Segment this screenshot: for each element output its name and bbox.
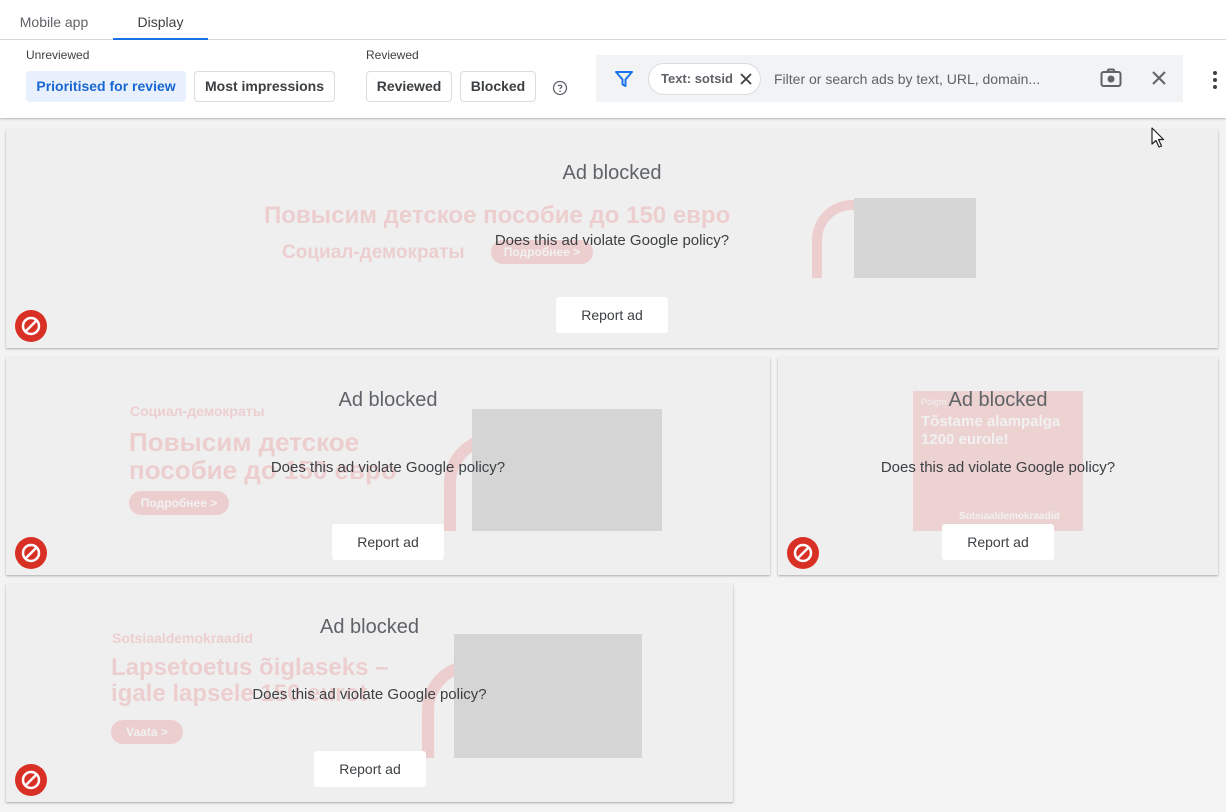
text-filter-chip-label: Text: sotsid xyxy=(661,71,733,86)
ad-card: Повысим детское пособие до 150 евро Соци… xyxy=(6,130,1218,348)
blocked-icon xyxy=(15,764,47,796)
report-ad-button[interactable]: Report ad xyxy=(314,751,426,787)
ad-headline-line1: Tõstame alampalga xyxy=(921,413,1061,430)
card-title: Ad blocked xyxy=(562,162,662,184)
ad-headline: Повысим детское пособие до 150 евро xyxy=(264,202,731,229)
ad-cta: Подробнее > xyxy=(129,491,229,515)
report-ad-button[interactable]: Report ad xyxy=(556,297,668,333)
unreviewed-label: Unreviewed xyxy=(26,48,90,62)
card-question: Does this ad violate Google policy? xyxy=(880,459,1116,476)
ad-headline-line1: Повысим детское xyxy=(129,427,360,457)
blocked-icon xyxy=(15,310,47,342)
mouse-cursor-icon xyxy=(1151,127,1165,148)
tab-bar: Mobile app Display xyxy=(0,0,1226,40)
ad-headline-line2: 1200 eurole! xyxy=(921,431,1009,448)
remove-chip-icon[interactable] xyxy=(739,72,753,86)
chip-most-impressions[interactable]: Most impressions xyxy=(194,71,335,102)
filter-icon[interactable] xyxy=(614,69,634,89)
card-title: Ad blocked xyxy=(338,389,438,411)
card-title: Ad blocked xyxy=(948,389,1048,411)
ad-card: Социал-демократы Повысим детское пособие… xyxy=(6,357,770,575)
help-icon[interactable] xyxy=(552,80,568,96)
report-ad-button[interactable]: Report ad xyxy=(942,524,1054,560)
tab-display[interactable]: Display xyxy=(113,0,208,40)
chip-reviewed[interactable]: Reviewed xyxy=(366,71,452,102)
report-ad-button[interactable]: Report ad xyxy=(332,524,444,560)
ad-brand: Sotsiaaldemokraadid xyxy=(959,511,1060,522)
reviewed-label: Reviewed xyxy=(366,48,419,62)
more-options-icon[interactable] xyxy=(1205,70,1225,90)
card-question: Does this ad violate Google policy? xyxy=(494,232,730,249)
card-question: Does this ad violate Google policy? xyxy=(252,686,487,703)
camera-icon[interactable] xyxy=(1100,68,1122,88)
blocked-icon xyxy=(15,537,47,569)
ad-card: Sotsiaaldemokraadid Lapsetoetus õiglasek… xyxy=(6,584,733,802)
text-filter-chip[interactable]: Text: sotsid xyxy=(648,63,761,95)
ad-cta: Vaata > xyxy=(111,720,183,744)
card-question: Does this ad violate Google policy? xyxy=(270,459,506,476)
tab-mobile-app[interactable]: Mobile app xyxy=(8,0,100,40)
ad-headline-line1: Lapsetoetus õiglaseks – xyxy=(111,654,389,681)
card-title: Ad blocked xyxy=(320,616,419,638)
chip-prioritised-for-review[interactable]: Prioritised for review xyxy=(26,71,186,102)
ad-card: Polgm Tõstame alampalga 1200 eurole! Sot… xyxy=(778,357,1218,575)
chip-blocked[interactable]: Blocked xyxy=(460,71,536,102)
clear-search-icon[interactable] xyxy=(1150,69,1168,87)
search-input[interactable] xyxy=(774,63,1094,95)
blocked-icon xyxy=(787,537,819,569)
search-box: Text: sotsid xyxy=(596,55,1183,102)
filter-bar: Unreviewed Reviewed Prioritised for revi… xyxy=(0,40,1226,118)
